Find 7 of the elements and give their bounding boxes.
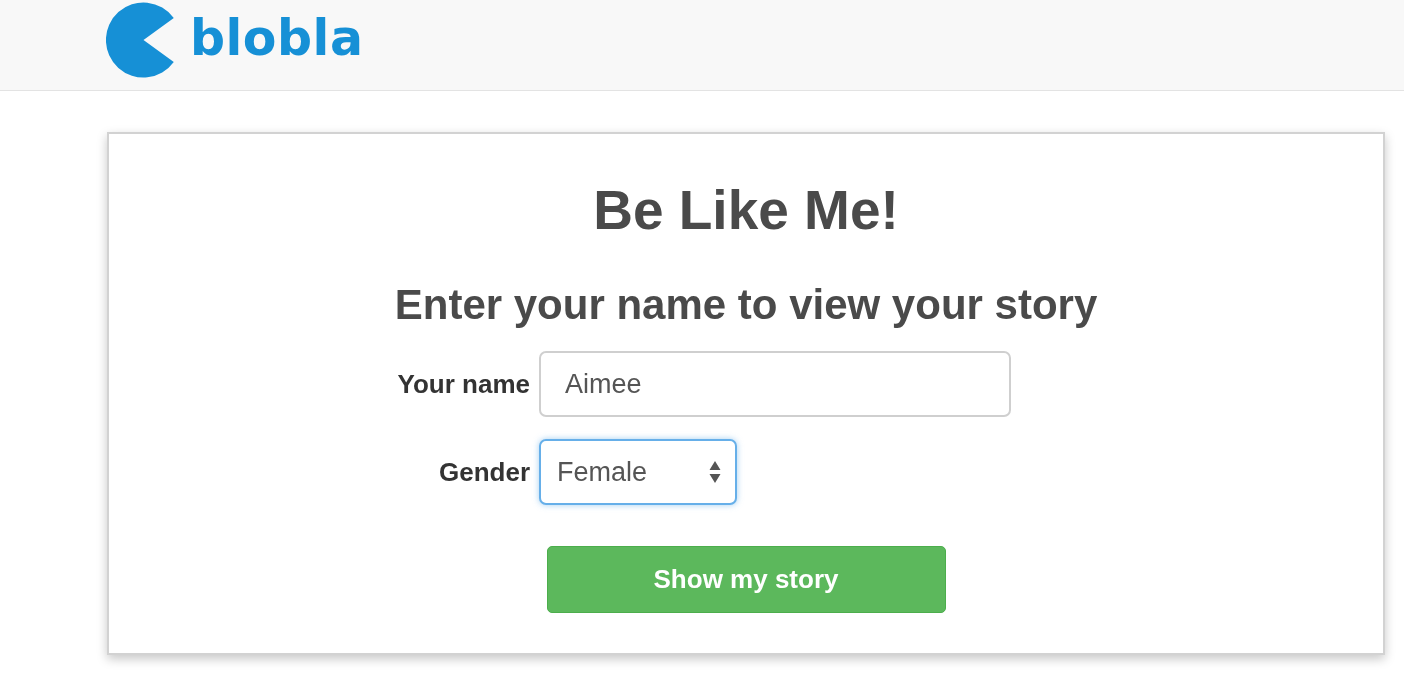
updown-arrows-icon — [709, 460, 721, 484]
form-heading: Enter your name to view your story — [394, 281, 1098, 329]
field-label: Your name — [397, 368, 530, 400]
gender-select[interactable]: Female — [539, 439, 737, 505]
field-label: Gender — [438, 456, 530, 488]
name-input-field[interactable]: Aimee — [539, 351, 1011, 417]
page-title: Be Like Me! — [593, 180, 899, 240]
